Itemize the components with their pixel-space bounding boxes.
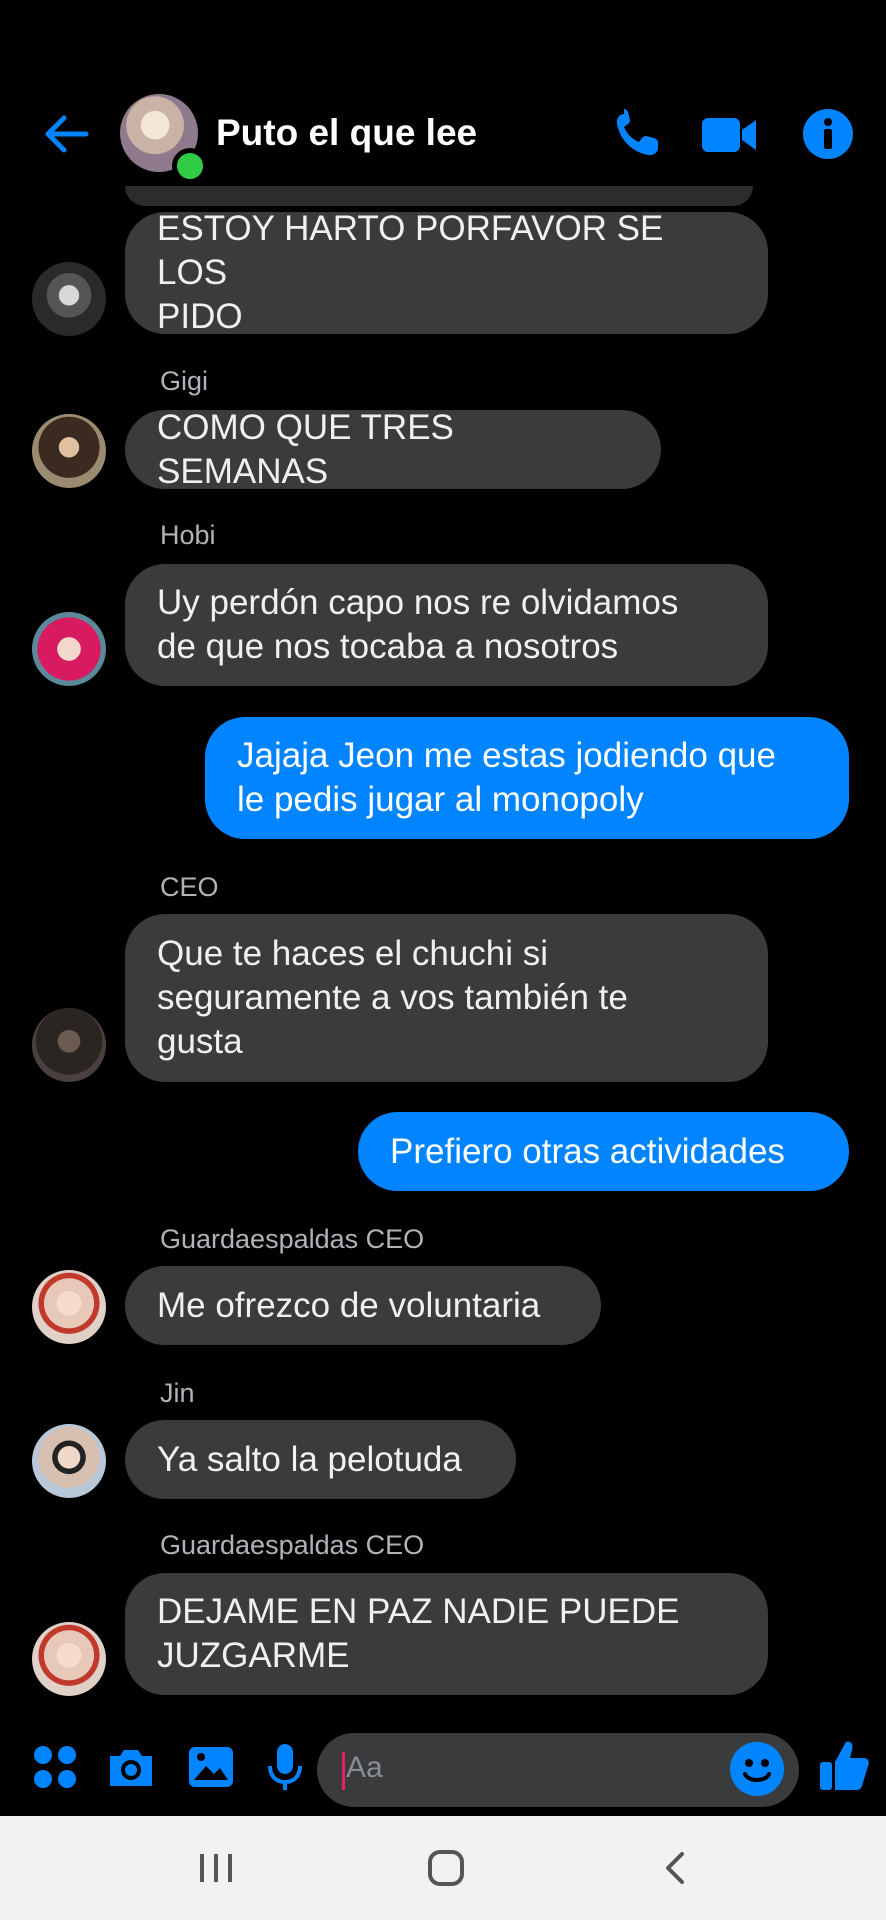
message-bubble[interactable]: ESTOY HARTO PORFAVOR SE LOS PIDO: [125, 209, 768, 336]
back-icon[interactable]: [660, 1850, 690, 1886]
outgoing-message-bubble[interactable]: Prefiero otras actividades: [358, 1112, 849, 1191]
message-input-placeholder: Aa: [346, 1751, 383, 1784]
message-text-line: JUZGARME: [157, 1636, 350, 1675]
text-cursor: [342, 1752, 345, 1790]
message-text-line: Ya salto la pelotuda: [157, 1439, 462, 1479]
sender-avatar[interactable]: [32, 1008, 106, 1082]
message-text-line: PIDO: [157, 297, 243, 336]
menu-dots-icon[interactable]: [30, 1742, 80, 1792]
message-bubble[interactable]: Ya salto la pelotuda: [125, 1420, 516, 1499]
message-input[interactable]: [317, 1733, 799, 1807]
phone-icon[interactable]: [610, 108, 664, 162]
home-icon[interactable]: [426, 1848, 466, 1888]
message-text-line: seguramente a vos también te: [157, 978, 628, 1017]
message-text-line: ESTOY HARTO PORFAVOR SE LOS: [157, 209, 664, 292]
sender-avatar[interactable]: [32, 1622, 106, 1696]
sender-name: Jin: [160, 1378, 195, 1408]
system-navigation-bar: [0, 1816, 886, 1920]
sender-avatar[interactable]: [32, 1270, 106, 1344]
camera-icon[interactable]: [106, 1742, 156, 1792]
message-text-line: gusta: [157, 1022, 243, 1061]
sender-avatar[interactable]: [32, 414, 106, 488]
message-text-line: le pedis jugar al monopoly: [237, 780, 644, 819]
message-bubble[interactable]: Uy perdón capo nos re olvidamos de que n…: [125, 564, 768, 686]
online-status-indicator: [172, 148, 208, 184]
sender-avatar[interactable]: [32, 1424, 106, 1498]
message-bubble[interactable]: Que te haces el chuchi si seguramente a …: [125, 914, 768, 1082]
sender-name: Hobi: [160, 520, 216, 550]
info-icon[interactable]: [802, 108, 854, 160]
message-bubble[interactable]: COMO QUE TRES SEMANAS: [125, 408, 661, 491]
chat-header: Puto el que lee: [0, 0, 886, 200]
sender-name: Guardaespaldas CEO: [160, 1530, 425, 1560]
previous-message-bubble: [125, 186, 753, 206]
message-text-line: de que nos tocaba a nosotros: [157, 627, 619, 666]
message-text-line: Uy perdón capo nos re olvidamos: [157, 583, 679, 622]
message-text-line: Me ofrezco de voluntaria: [157, 1285, 541, 1325]
sender-name: CEO: [160, 872, 219, 902]
gallery-icon[interactable]: [186, 1742, 236, 1792]
message-text-line: Jajaja Jeon me estas jodiendo que: [237, 736, 776, 775]
microphone-icon[interactable]: [266, 1742, 304, 1792]
message-text-line: COMO QUE TRES SEMANAS: [157, 407, 454, 491]
outgoing-message-bubble[interactable]: Jajaja Jeon me estas jodiendo que le ped…: [205, 717, 849, 839]
video-camera-icon[interactable]: [700, 108, 758, 162]
message-text-line: Que te haces el chuchi si: [157, 934, 549, 973]
message-text-line: DEJAME EN PAZ NADIE PUEDE: [157, 1592, 680, 1631]
sender-avatar[interactable]: [32, 612, 106, 686]
message-text-line: Prefiero otras actividades: [390, 1131, 785, 1171]
back-arrow-icon[interactable]: [38, 106, 94, 162]
recent-apps-icon[interactable]: [196, 1850, 236, 1886]
sender-avatar[interactable]: [32, 262, 106, 336]
message-bubble[interactable]: Me ofrezco de voluntaria: [125, 1266, 601, 1345]
emoji-icon[interactable]: [730, 1742, 784, 1796]
chat-title[interactable]: Puto el que lee: [216, 112, 477, 154]
sender-name: Gigi: [160, 366, 209, 396]
sender-name: Guardaespaldas CEO: [160, 1224, 425, 1254]
message-bubble[interactable]: DEJAME EN PAZ NADIE PUEDE JUZGARME: [125, 1573, 768, 1695]
thumbs-up-icon[interactable]: [818, 1738, 870, 1792]
